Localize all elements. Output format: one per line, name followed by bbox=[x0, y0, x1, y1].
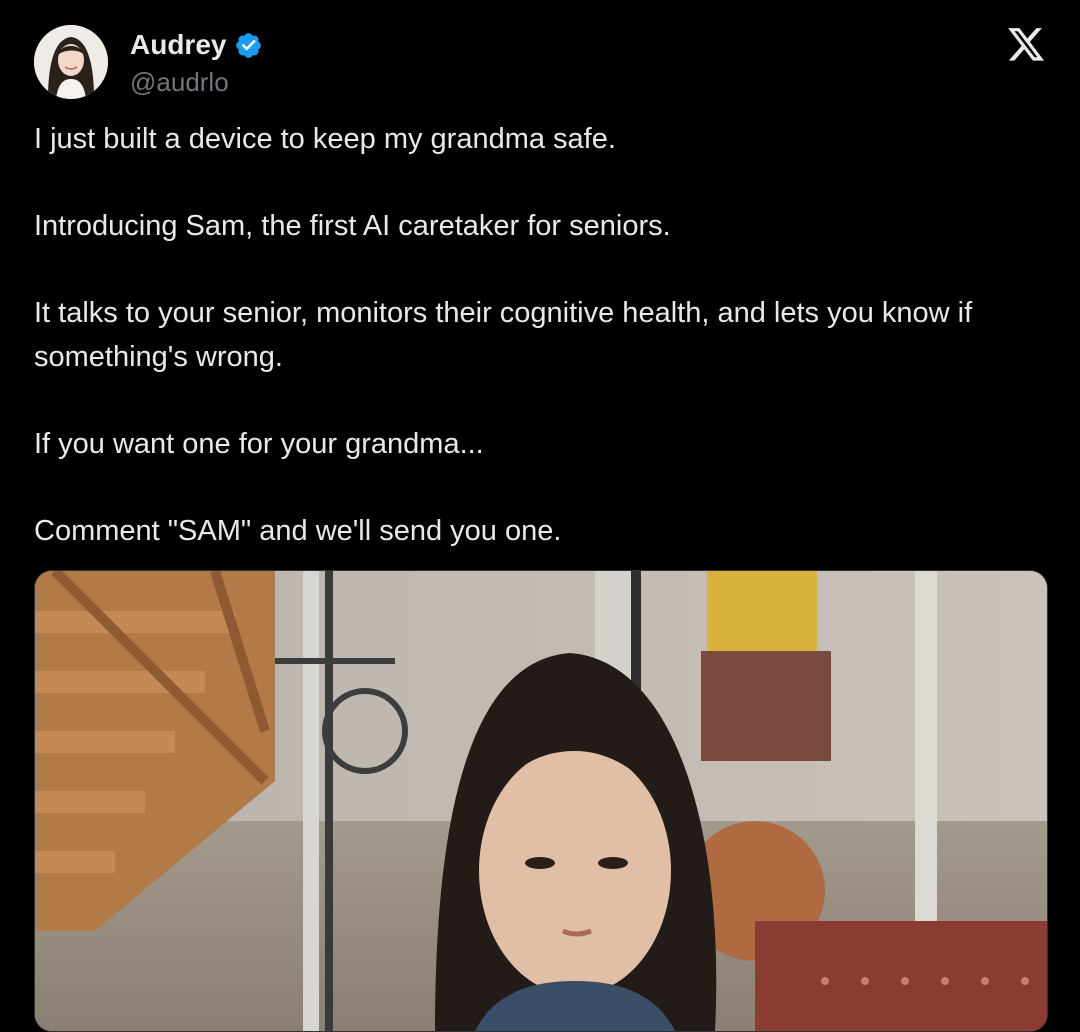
tweet-paragraph: Comment "SAM" and we'll send you one. bbox=[34, 514, 562, 547]
tweet-paragraph: I just built a device to keep my grandma… bbox=[34, 123, 616, 155]
author-name-row: Audrey bbox=[130, 29, 263, 61]
author-avatar[interactable] bbox=[34, 25, 108, 99]
verified-badge-icon bbox=[236, 32, 262, 58]
tweet-media[interactable] bbox=[34, 570, 1048, 1032]
tweet-paragraph: Introducing Sam, the first AI caretaker … bbox=[34, 210, 671, 242]
tweet-paragraph: If you want one for your grandma... bbox=[34, 427, 484, 460]
author-display-name[interactable]: Audrey bbox=[130, 29, 226, 61]
author-handle[interactable]: @audrlo bbox=[130, 67, 229, 98]
avatar-photo bbox=[34, 25, 108, 99]
tweet-header: Audrey @audrlo bbox=[34, 25, 1054, 101]
x-logo-icon[interactable] bbox=[1006, 27, 1046, 65]
tweet-paragraph: It talks to your senior, monitors their … bbox=[34, 297, 973, 373]
tweet-body: I just built a device to keep my grandma… bbox=[34, 118, 1034, 553]
media-image bbox=[35, 571, 1047, 1031]
